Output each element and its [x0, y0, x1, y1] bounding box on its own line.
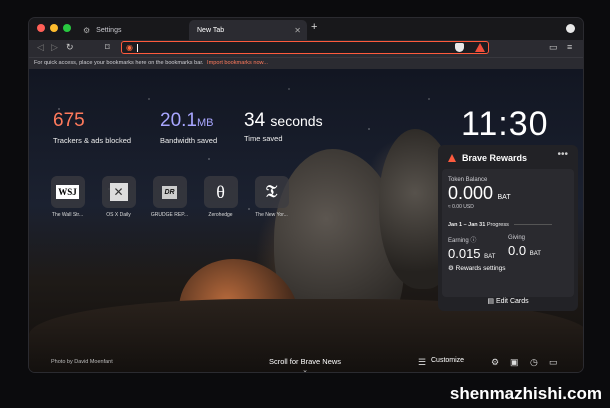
address-bar[interactable]: ◉	[121, 41, 489, 54]
edit-cards-label: Edit Cards	[495, 298, 529, 305]
maximize-window-button[interactable]	[63, 24, 71, 32]
divider	[514, 224, 553, 226]
brave-rewards-card: Brave Rewards ••• Token Balance 0.000 BA…	[438, 145, 578, 311]
text-caret	[137, 44, 138, 52]
gear-icon: ⚙	[448, 265, 454, 272]
wsj-logo-icon: WSJ	[56, 185, 79, 199]
profile-icon[interactable]	[566, 24, 575, 33]
edit-cards-icon: ▤	[487, 298, 494, 305]
top-site-name: OS X Daily	[106, 212, 131, 218]
top-site-name: GRUDGE REP...	[150, 212, 189, 218]
top-site-tile[interactable]: DR GRUDGE REP...	[147, 176, 192, 218]
bookmark-icon[interactable]: ⌑	[105, 42, 110, 53]
news-label: Scroll for Brave News	[268, 357, 342, 366]
toolbar: ◁ ▷ ↻ ⌑ ◉ ▭ ≡	[29, 40, 583, 57]
settings-gear-icon[interactable]: ⚙	[491, 357, 499, 368]
minimize-window-button[interactable]	[50, 24, 58, 32]
new-tab-page: 675 Trackers & ads blocked 20.1MB Bandwi…	[29, 69, 583, 372]
stat-value: 20.1	[160, 110, 197, 131]
stat-unit: MB	[196, 117, 214, 129]
edit-cards-button[interactable]: ▤ Edit Cards	[438, 297, 578, 305]
bookmarks-bar: For quick access, place your bookmarks h…	[29, 57, 583, 69]
search-engine-icon: ◉	[126, 43, 133, 52]
back-icon[interactable]: ◁	[37, 42, 44, 53]
chevron-down-icon: ⌄	[302, 367, 308, 372]
giving-label: Giving	[508, 235, 526, 241]
token-balance: Token Balance 0.000 BAT ≈ 0.00 USD	[448, 177, 511, 210]
tab-new-tab[interactable]: New Tab ✕	[189, 20, 307, 40]
earning-block: Earning ⓘ 0.015 BAT	[448, 235, 495, 261]
balance-currency: BAT	[497, 194, 511, 201]
top-site-tile[interactable]: 𝔗 The New Yor...	[249, 176, 294, 218]
stat-time: 34 seconds Time saved	[244, 110, 323, 144]
video-call-icon[interactable]: ▭	[549, 357, 558, 368]
brave-shields-icon[interactable]	[455, 43, 464, 52]
forward-icon[interactable]: ▷	[51, 42, 58, 53]
drudge-logo-icon: DR	[162, 185, 177, 199]
info-icon[interactable]: ⓘ	[470, 238, 476, 244]
brave-news-prompt[interactable]: Scroll for Brave News ⌄	[265, 357, 345, 372]
history-icon[interactable]: ◷	[530, 357, 538, 368]
period-row: Jan 1 – Jan 31 Progress	[448, 222, 553, 228]
tab-settings[interactable]: ⚙ Settings	[75, 20, 189, 40]
top-site-name: The New Yor...	[255, 212, 288, 218]
browser-window: ⚙ Settings New Tab ✕ + ◁ ▷ ↻ ⌑ ◉ ▭ ≡ For…	[29, 18, 583, 372]
close-window-button[interactable]	[37, 24, 45, 32]
balance-usd: ≈ 0.00 USD	[448, 204, 474, 210]
giving-value: 0.0	[508, 243, 527, 258]
customize-button[interactable]: Customize	[431, 357, 464, 364]
balance-value: 0.000	[448, 183, 494, 203]
sliders-icon[interactable]: ☰	[418, 357, 426, 368]
top-site-name: Zerohedge	[208, 212, 233, 218]
rewards-settings-label: Rewards settings	[455, 265, 506, 272]
tab-label: Settings	[96, 26, 122, 34]
bookmarks-icon[interactable]: ▣	[510, 357, 519, 368]
stat-label: Time saved	[244, 134, 283, 143]
gear-icon: ⚙	[83, 25, 91, 35]
tab-strip: ⚙ Settings New Tab ✕ +	[29, 18, 583, 40]
clock: 11:30	[461, 105, 549, 143]
rewards-header: Brave Rewards	[448, 153, 527, 163]
watermark: shenmazhishi.com	[449, 384, 602, 403]
import-bookmarks-link[interactable]: Import bookmarks now...	[207, 60, 268, 66]
zerohedge-logo-icon: θ	[216, 181, 225, 202]
stat-label: Trackers & ads blocked	[53, 136, 132, 145]
photo-credit: Photo by David Moenfant	[51, 359, 113, 365]
bookmarks-message: For quick access, place your bookmarks h…	[34, 60, 204, 66]
giving-block: Giving 0.0 BAT	[508, 235, 541, 258]
rewards-title: Brave Rewards	[462, 153, 528, 163]
reload-icon[interactable]: ↻	[66, 42, 74, 53]
top-site-tile[interactable]: WSJ The Wall Str...	[45, 176, 90, 218]
top-site-name: The Wall Str...	[51, 212, 84, 218]
earning-currency: BAT	[484, 254, 496, 260]
rewards-summary: Token Balance 0.000 BAT ≈ 0.00 USD Jan 1…	[442, 169, 574, 297]
earning-label: Earning	[448, 238, 469, 244]
giving-currency: BAT	[529, 251, 541, 257]
top-sites: WSJ The Wall Str... ✕ OS X Daily DR GRUD…	[45, 176, 294, 218]
progress-label: Progress	[486, 222, 509, 228]
brave-rewards-icon[interactable]	[475, 43, 485, 52]
earning-value: 0.015	[448, 246, 481, 261]
close-tab-icon[interactable]: ✕	[294, 26, 301, 35]
wallet-icon[interactable]: ▭	[549, 42, 558, 53]
rewards-settings-link[interactable]: ⚙ Rewards settings	[448, 264, 506, 272]
menu-icon[interactable]: ≡	[567, 42, 572, 52]
nyt-logo-icon: 𝔗	[265, 182, 278, 201]
period-range: Jan 1 – Jan 31	[448, 222, 486, 228]
top-site-tile[interactable]: ✕ OS X Daily	[96, 176, 141, 218]
top-site-tile[interactable]: θ Zerohedge	[198, 176, 243, 218]
new-tab-button[interactable]: +	[311, 21, 317, 33]
stat-value: 34	[244, 110, 266, 131]
window-controls	[37, 24, 71, 32]
tab-label: New Tab	[197, 26, 225, 34]
stat-label: Bandwidth saved	[160, 136, 218, 145]
stat-unit: seconds	[270, 113, 323, 129]
stat-value: 675	[53, 110, 85, 131]
stat-bandwidth: 20.1MB Bandwidth saved	[160, 110, 218, 146]
brave-rewards-icon	[448, 154, 456, 162]
stat-trackers: 675 Trackers & ads blocked	[53, 110, 132, 146]
more-options-icon[interactable]: •••	[557, 149, 568, 160]
osx-daily-logo-icon: ✕	[109, 183, 128, 201]
